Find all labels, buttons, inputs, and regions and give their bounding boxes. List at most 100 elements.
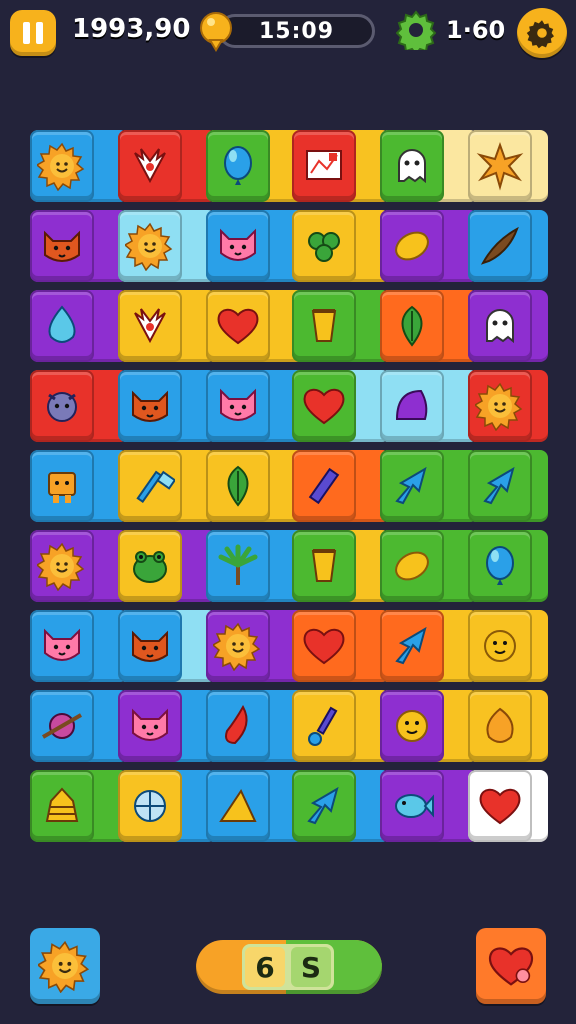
tile-lemon[interactable]	[380, 530, 444, 602]
tile-arrow[interactable]	[380, 450, 444, 522]
heart-icon	[303, 628, 345, 665]
gear-icon	[396, 10, 436, 50]
tile-balloon[interactable]	[468, 530, 532, 602]
tile-drop[interactable]	[30, 290, 94, 362]
wings-icon	[134, 308, 166, 344]
tile-shell[interactable]	[380, 370, 444, 442]
tile-cup[interactable]	[292, 530, 356, 602]
gear-count: 1·60	[446, 16, 506, 44]
sun-icon	[37, 142, 85, 191]
tile-star[interactable]	[468, 130, 532, 202]
tile-crayon[interactable]	[292, 450, 356, 522]
counter-a: 6	[245, 947, 285, 987]
tile-board[interactable]	[292, 130, 356, 202]
face-icon	[396, 710, 428, 742]
tile-cat[interactable]	[30, 610, 94, 682]
heart-icon	[303, 388, 345, 425]
tile-heart[interactable]	[468, 770, 532, 842]
tile-arrow[interactable]	[380, 610, 444, 682]
tile-hammer[interactable]	[118, 450, 182, 522]
clover-icon	[308, 232, 340, 262]
fox-icon	[132, 390, 168, 422]
pause-button[interactable]	[10, 10, 56, 56]
robot-icon	[48, 472, 76, 503]
tile-planet[interactable]	[30, 690, 94, 762]
tile-heart[interactable]	[292, 370, 356, 442]
tile-sun[interactable]	[468, 370, 532, 442]
palm-icon	[218, 544, 258, 585]
sun-booster-button[interactable]	[30, 928, 100, 1004]
pause-icon	[23, 22, 30, 44]
heart-booster-button[interactable]	[476, 928, 546, 1004]
tile-cat[interactable]	[118, 690, 182, 762]
leaf-icon	[227, 465, 249, 507]
tile-hive[interactable]	[30, 770, 94, 842]
cat-icon	[220, 388, 256, 421]
brush-icon	[308, 706, 338, 746]
counter-b: S	[291, 947, 331, 987]
tile-leaf[interactable]	[380, 290, 444, 362]
sun-icon	[213, 622, 261, 671]
lemon-icon	[395, 231, 429, 261]
tile-monster[interactable]	[30, 370, 94, 442]
tile-robot[interactable]	[30, 450, 94, 522]
tile-balloon[interactable]	[206, 130, 270, 202]
tile-chili[interactable]	[206, 690, 270, 762]
tile-fox[interactable]	[118, 610, 182, 682]
ball-icon	[134, 790, 166, 822]
tile-frog[interactable]	[118, 530, 182, 602]
tile-clover[interactable]	[292, 210, 356, 282]
tile-cat[interactable]	[206, 210, 270, 282]
tile-feather[interactable]	[468, 210, 532, 282]
arrow-icon	[307, 786, 339, 825]
tile-cup[interactable]	[292, 290, 356, 362]
tile-face[interactable]	[380, 690, 444, 762]
fox-icon	[132, 630, 168, 662]
tile-arrow[interactable]	[292, 770, 356, 842]
tile-wings[interactable]	[118, 130, 182, 202]
tile-sun[interactable]	[206, 610, 270, 682]
tile-sun[interactable]	[30, 530, 94, 602]
tile-ghost[interactable]	[468, 290, 532, 362]
tile-ball[interactable]	[118, 770, 182, 842]
settings-button[interactable]	[517, 8, 567, 58]
tile-heart[interactable]	[292, 610, 356, 682]
wings-icon	[134, 148, 166, 184]
tile-mango[interactable]	[468, 690, 532, 762]
frog-icon	[133, 551, 167, 583]
tile-palm[interactable]	[206, 530, 270, 602]
balloon-icon	[486, 546, 514, 585]
board-icon	[306, 150, 342, 180]
fish-icon	[395, 794, 434, 818]
sun-icon	[125, 222, 173, 271]
tile-brush[interactable]	[292, 690, 356, 762]
tile-fox[interactable]	[118, 370, 182, 442]
hammer-icon	[136, 470, 175, 504]
settings-gear-icon	[526, 20, 554, 49]
crayon-icon	[308, 467, 340, 505]
chili-icon	[225, 704, 248, 745]
tile-fish[interactable]	[380, 770, 444, 842]
tile-cat[interactable]	[206, 370, 270, 442]
tile-ghost[interactable]	[380, 130, 444, 202]
heart-icon	[479, 788, 521, 825]
heart-icon	[217, 308, 259, 345]
tile-leaf[interactable]	[206, 450, 270, 522]
drop-icon	[48, 305, 76, 343]
face-icon	[484, 630, 516, 662]
tile-face[interactable]	[468, 610, 532, 682]
tile-cheese[interactable]	[206, 770, 270, 842]
tile-wings[interactable]	[118, 290, 182, 362]
tile-sun[interactable]	[118, 210, 182, 282]
timer-display: 15:09	[218, 14, 375, 48]
ghost-icon	[486, 309, 514, 344]
tile-fox[interactable]	[30, 210, 94, 282]
ghost-icon	[398, 149, 426, 184]
monster-icon	[47, 392, 77, 422]
mango-icon	[486, 707, 514, 743]
tile-sun[interactable]	[30, 130, 94, 202]
tile-arrow[interactable]	[468, 450, 532, 522]
tile-heart[interactable]	[206, 290, 270, 362]
sun-icon	[37, 542, 85, 591]
tile-lemon[interactable]	[380, 210, 444, 282]
